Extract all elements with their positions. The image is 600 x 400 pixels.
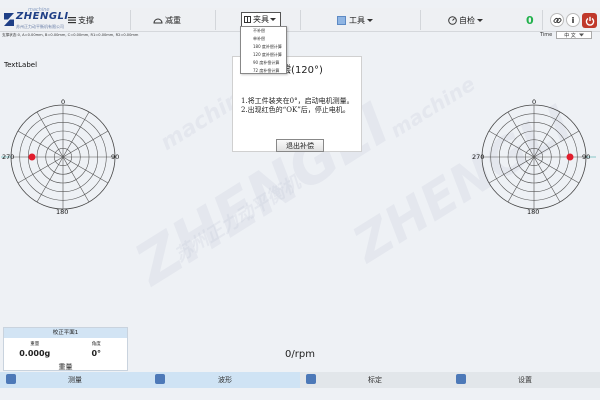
menu-item-single-compensation[interactable]: 单补偿 [241,35,286,43]
polar-label-top: 0 [532,98,537,106]
fixture-label: 夹具 [253,15,269,24]
exit-compensation-button[interactable]: 退出补偿 [276,139,324,152]
tab-settings[interactable]: 设置 [450,372,600,388]
zhengli-logo: machine ZHENGLI 苏州正力动平衡机有限公司 [2,7,69,32]
polar-label-right: 90 [582,153,591,161]
watermark-machine-2: machine [385,71,480,143]
gear-icon [456,374,466,384]
polar-label-bottom: 180 [56,208,69,216]
angle-label: 角度 [91,342,101,347]
weight-icon [153,18,163,24]
time-label: Time [540,32,553,38]
tab-settings-label: 设置 [518,376,532,384]
dialog-line-1: 1.将工件装夹在0°，启动电机测量。 [241,97,354,105]
left-polar-plot: 0 270 90 180 [0,98,128,216]
right-polar-plot: 0 270 90 180 [470,98,598,216]
chevron-down-icon [477,18,483,22]
selfcheck-button[interactable]: 自检 [448,13,485,27]
menu-item-180-compensation[interactable]: 180 度补偿计算 [241,43,286,51]
support-status-line: 支撑状态:0, A=0.00mm, B=0.00mm, C=0.00mm, R1… [2,33,139,37]
dialog-line-2: 2.出现红色的“OK”后，停止电机。 [241,106,350,114]
ruler-icon [6,374,16,384]
tab-waveform-label: 波形 [218,376,232,384]
tab-calibration-label: 标定 [368,376,382,384]
info-icon: i [571,15,575,25]
power-button[interactable] [582,13,597,28]
counter-display: 0 [526,13,534,27]
polar-label-top: 0 [61,98,66,106]
info-button[interactable]: i [566,13,580,27]
card-header: 校正平面1 [4,328,127,338]
polar-label-bottom: 180 [527,208,540,216]
unbalance-marker-icon [28,153,36,161]
watermark-cn: 苏州正力动平衡机 [171,172,305,267]
logo-company-text: 苏州正力动平衡机有限公司 [16,24,64,29]
selfcheck-label: 自检 [459,15,475,25]
dialog-message: 1.将工件装夹在0°，启动电机测量。 2.出现红色的“OK”后，停止电机。 [241,97,359,115]
star-icon [306,374,316,384]
menu-item-90-compensation[interactable]: 90 度补偿计算 [241,59,286,67]
power-icon [585,16,594,26]
tools-button[interactable]: 工具 [337,13,375,27]
menu-item-no-compensation[interactable]: 不补偿 [241,27,286,35]
polar-label-left: 270 [472,153,485,161]
counter-value: 0 [526,13,534,27]
card-footer: 重量 [58,363,73,371]
language-select[interactable]: 中 文 [556,31,592,39]
tab-calibration[interactable]: 标定 [300,372,450,388]
left-polar-graph [1,104,116,210]
chevron-down-icon [367,18,373,22]
link-button[interactable] [550,13,564,27]
rpm-readout: 0/rpm [285,349,315,360]
tab-waveform[interactable]: 波形 [150,372,300,388]
support-label: 支撑 [78,15,94,25]
fixture-dropdown-menu: 不补偿 单补偿 180 度补偿计算 120 度补偿计算 90 度补偿计算 72 … [240,26,287,74]
gauge-icon [448,15,457,25]
link-icon [553,17,561,23]
support-button[interactable]: 支撑 [68,13,94,27]
tab-measure[interactable]: 测量 [0,372,150,388]
unbalance-marker-icon [566,153,574,161]
tools-icon [337,15,346,25]
language-value: 中 文 [564,32,576,39]
tab-measure-label: 测量 [68,376,82,384]
top-toolbar: machine ZHENGLI 苏州正力动平衡机有限公司 支撑 减重 夹具 工具… [0,7,600,32]
chevron-down-icon [270,18,276,21]
unbalance-label: 减重 [165,15,181,25]
weight-label: 重量 [30,342,40,347]
fixture-button[interactable]: 夹具 [241,12,281,27]
logo-mark-icon [4,13,14,26]
logo-brand-text: ZHENGLI [16,11,69,22]
bottom-tab-bar: 测量 波形 标定 设置 [0,372,600,388]
chevron-down-icon [578,33,584,37]
support-icon [68,17,76,24]
right-polar-graph [481,104,596,210]
menu-item-72-compensation[interactable]: 72 度补偿计算 [241,67,286,75]
polar-label-right: 90 [111,153,120,161]
menu-item-120-compensation[interactable]: 120 度补偿计算 [241,51,286,59]
fixture-icon [244,16,251,23]
tools-label: 工具 [349,15,365,25]
waveform-icon [155,374,165,384]
unbalance-button[interactable]: 减重 [153,13,181,27]
polar-label-left: 270 [2,153,15,161]
text-label: TextLabel [4,61,38,69]
